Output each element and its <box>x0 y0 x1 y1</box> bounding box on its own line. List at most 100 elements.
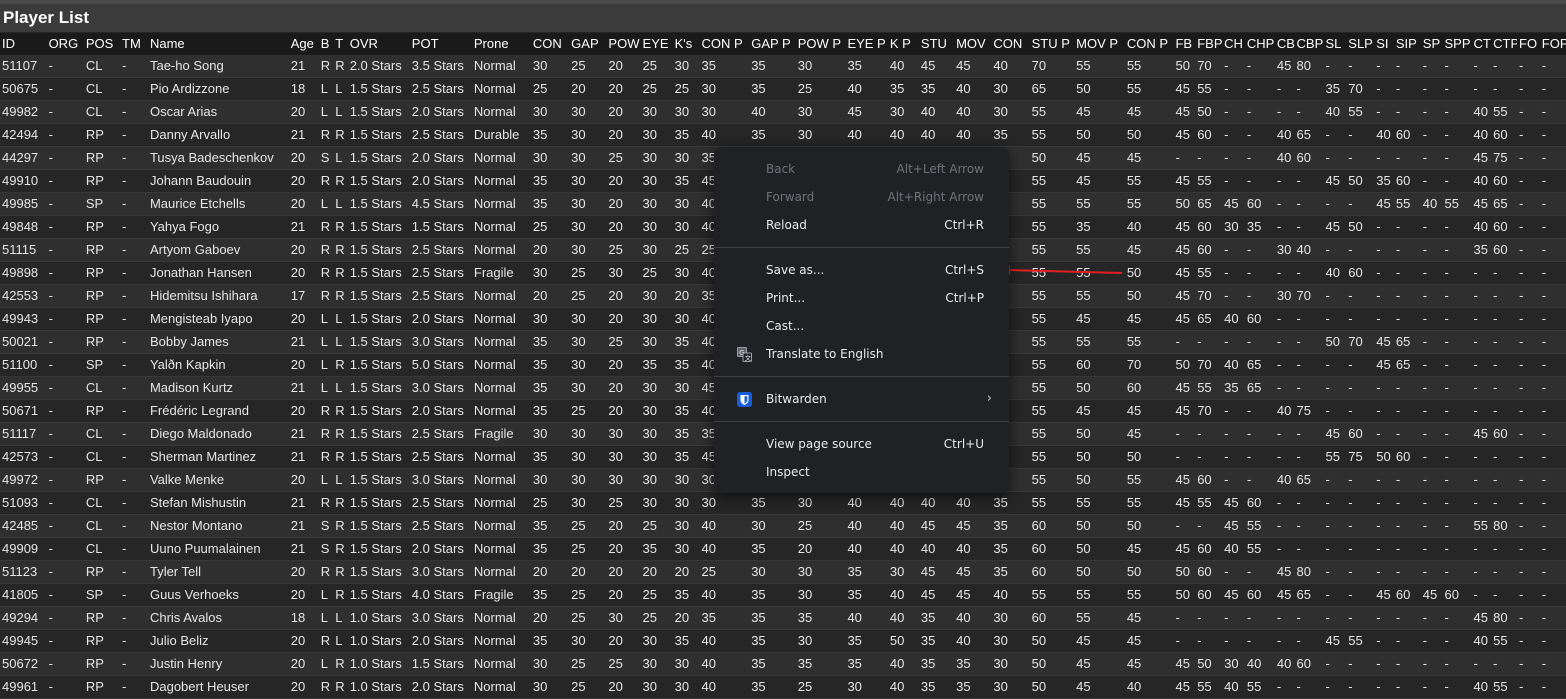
menu-item-reload[interactable]: Reload Ctrl+R <box>714 211 1009 239</box>
table-row[interactable]: 41805- SP - Guus Verhoeks 20 L R 1.5 Stars 4.0 S… <box>0 583 1566 607</box>
table-row[interactable]: 50675- CL - Pio Ardizzone 18 L L 1.5 Stars 2.5 S… <box>0 77 1566 101</box>
table-cell: - <box>1244 123 1275 147</box>
column-header[interactable]: FOP <box>1539 33 1566 55</box>
column-header[interactable]: MOV P <box>1074 33 1125 55</box>
table-row[interactable]: 49294- RP - Chris Avalos 18 L L 1.0 Stars 3.0 St… <box>0 606 1566 630</box>
column-header[interactable]: ORG <box>46 33 84 55</box>
column-header[interactable]: K P <box>887 33 919 55</box>
table-cell: 35 <box>530 583 570 607</box>
column-header[interactable]: CT <box>1471 33 1492 55</box>
column-header[interactable]: FB <box>1173 33 1196 55</box>
menu-item-save-as[interactable]: Save as... Ctrl+S <box>714 256 1009 284</box>
column-header[interactable]: SI <box>1374 33 1394 55</box>
menu-item-bitwarden[interactable]: Bitwarden › <box>714 385 1009 413</box>
column-header[interactable]: T <box>333 33 348 55</box>
table-cell: - <box>1420 100 1443 124</box>
table-cell: Normal <box>471 445 531 469</box>
column-header[interactable]: CON <box>991 33 1030 55</box>
table-cell: - <box>1420 629 1443 653</box>
column-header[interactable]: MOV <box>954 33 992 55</box>
column-header[interactable]: POW P <box>795 33 846 55</box>
menu-item-cast[interactable]: Cast... <box>714 312 1009 340</box>
column-header[interactable]: EYE P <box>845 33 888 55</box>
column-header[interactable]: Name <box>147 33 289 55</box>
table-cell: 40 <box>887 491 919 515</box>
column-header[interactable]: GAP <box>569 33 607 55</box>
column-header[interactable]: K's <box>672 33 700 55</box>
column-header[interactable]: POS <box>83 33 121 55</box>
table-cell: - <box>46 77 84 101</box>
table-cell: 40 <box>1274 146 1295 170</box>
column-header[interactable]: CON <box>530 33 570 55</box>
menu-item-back[interactable]: Back Alt+Left Arrow <box>714 155 1009 183</box>
column-header[interactable]: POW <box>606 33 641 55</box>
table-cell: - <box>1491 652 1518 676</box>
column-header[interactable]: OVR <box>347 33 410 55</box>
column-header[interactable]: SIP <box>1393 33 1421 55</box>
table-row[interactable]: 50672- RP - Justin Henry 20 L R 1.0 Stars 1.5 St… <box>0 652 1566 676</box>
table-cell: 30 <box>887 100 919 124</box>
table-cell: - <box>1374 537 1394 561</box>
table-cell: 1.5 Stars <box>347 284 410 308</box>
table-cell: - <box>1393 100 1421 124</box>
column-header[interactable]: GAP P <box>749 33 796 55</box>
column-header[interactable]: Age <box>288 33 319 55</box>
menu-item-inspect[interactable]: Inspect <box>714 458 1009 486</box>
table-row[interactable]: 42494- RP - Danny Arvallo 21 R R 1.5 Stars 2.5 S… <box>0 123 1566 147</box>
table-cell: 1.5 Stars <box>409 652 472 676</box>
column-header[interactable]: TM <box>120 33 148 55</box>
table-cell: 45 <box>1222 514 1245 538</box>
table-cell: 60 <box>1346 261 1375 285</box>
table-row[interactable]: 49982- CL - Oscar Arias 20 L L 1.5 Stars 2.0 Sta… <box>0 100 1566 124</box>
table-cell: R <box>318 261 334 285</box>
table-row[interactable]: 42485- CL - Nestor Montano 21 S R 1.5 Stars 2.5 … <box>0 514 1566 538</box>
column-header[interactable]: SLP <box>1346 33 1375 55</box>
table-row[interactable]: 49961- RP - Dagobert Heuser 20 R R 1.0 Stars 2.0… <box>0 675 1566 699</box>
table-cell: - <box>1274 606 1295 630</box>
column-header[interactable]: POT <box>409 33 472 55</box>
table-cell: 70 <box>1195 284 1223 308</box>
column-header[interactable]: CON P <box>699 33 750 55</box>
menu-item-forward[interactable]: Forward Alt+Right Arrow <box>714 183 1009 211</box>
table-cell: R <box>318 399 334 423</box>
table-row[interactable]: 49945- RP - Julio Beliz 20 R L 1.0 Stars 2.0 Sta… <box>0 629 1566 653</box>
table-cell: - <box>1294 537 1324 561</box>
table-cell: 1.5 Stars <box>347 445 410 469</box>
table-cell: 60 <box>1124 376 1174 400</box>
table-row[interactable]: 51093- CL - Stefan Mishustin 21 R R 1.5 Stars 2.… <box>0 491 1566 515</box>
column-header[interactable]: SPP <box>1442 33 1472 55</box>
column-header[interactable]: CON P <box>1124 33 1174 55</box>
table-row[interactable]: 51107- CL - Tae-ho Song 21 R R 2.0 Stars 3.5 Sta… <box>0 55 1566 78</box>
menu-item-view-source[interactable]: View page source Ctrl+U <box>714 430 1009 458</box>
column-header[interactable]: EYE <box>640 33 673 55</box>
table-cell: 60 <box>1393 583 1421 607</box>
column-header[interactable]: FO <box>1517 33 1540 55</box>
column-header[interactable]: STU <box>918 33 955 55</box>
column-header[interactable]: CBP <box>1294 33 1324 55</box>
column-header[interactable]: CHP <box>1244 33 1275 55</box>
table-cell: 40 <box>887 537 919 561</box>
column-header[interactable]: Prone <box>471 33 531 55</box>
table-cell: 45 <box>954 514 992 538</box>
table-cell: 20 <box>288 146 319 170</box>
table-cell: 20 <box>606 192 641 216</box>
menu-item-print[interactable]: Print... Ctrl+P <box>714 284 1009 312</box>
column-header[interactable]: B <box>318 33 334 55</box>
table-cell: 25 <box>699 560 750 584</box>
table-cell: 30 <box>991 629 1030 653</box>
table-row[interactable]: 51123- RP - Tyler Tell 20 R R 1.5 Stars 3.0 Star… <box>0 560 1566 584</box>
bitwarden-shield-icon <box>737 392 752 407</box>
column-header[interactable]: CTP <box>1491 33 1518 55</box>
column-header[interactable]: CB <box>1274 33 1295 55</box>
column-header[interactable]: ID <box>0 33 47 55</box>
column-header[interactable]: STU P <box>1029 33 1075 55</box>
menu-item-translate[interactable]: G 文 Translate to English <box>714 340 1009 368</box>
column-header[interactable]: SP <box>1420 33 1443 55</box>
column-header[interactable]: FBP <box>1195 33 1223 55</box>
table-cell: - <box>1442 629 1472 653</box>
table-row[interactable]: 49909- CL - Uuno Puumalainen 21 S R 1.5 Stars 2.… <box>0 537 1566 561</box>
column-header[interactable]: CH <box>1222 33 1245 55</box>
column-header[interactable]: SL <box>1323 33 1347 55</box>
table-cell: 30 <box>640 123 673 147</box>
table-cell: - <box>1420 606 1443 630</box>
